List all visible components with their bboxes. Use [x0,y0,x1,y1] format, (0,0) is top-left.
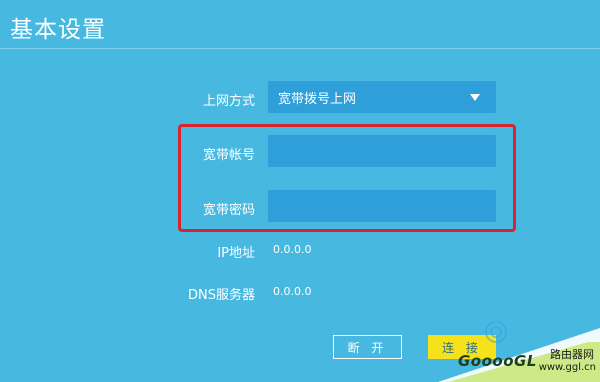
connection-type-select[interactable]: 宽带拨号上网 [268,81,496,113]
ip-value: 0.0.0.0 [273,243,312,256]
watermark-logo: GooooGL [458,352,537,370]
dns-value: 0.0.0.0 [273,285,312,298]
dns-label: DNS服务器 [188,288,255,303]
connection-type-value: 宽带拨号上网 [278,91,357,107]
ip-label: IP地址 [217,246,255,261]
title-divider [0,48,600,49]
page-title: 基本设置 [10,17,106,43]
connection-type-label: 上网方式 [202,94,255,109]
watermark-url: www.ggl.cn [538,362,596,373]
disconnect-button[interactable]: 断 开 [333,335,402,359]
watermark: GooooGL 路由器网 www.ggl.cn [438,318,600,382]
chevron-down-icon [470,93,480,101]
highlight-box [178,124,516,232]
watermark-site-name: 路由器网 [550,348,594,361]
